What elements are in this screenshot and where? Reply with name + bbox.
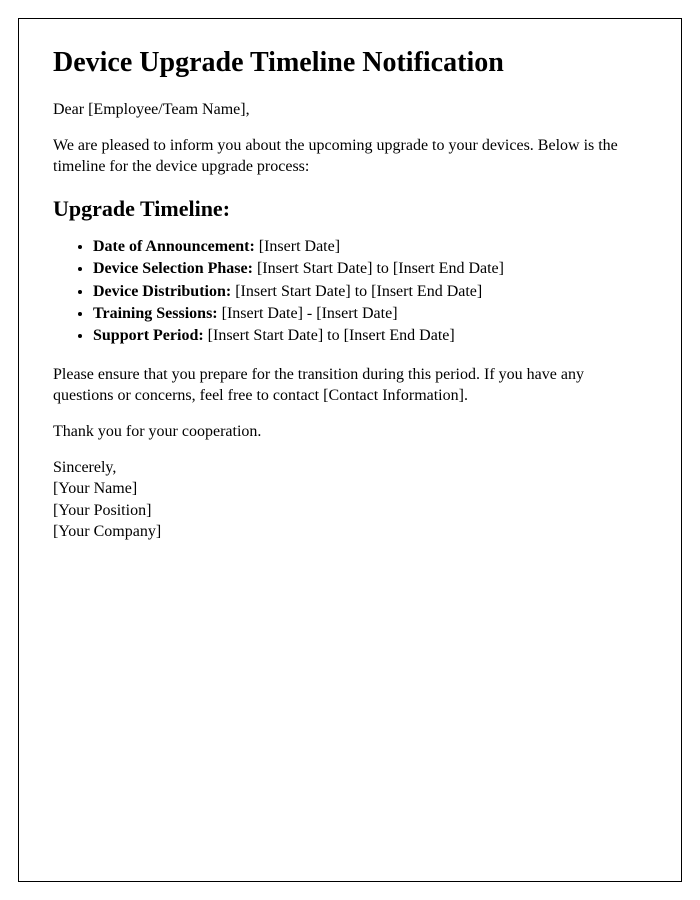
timeline-label: Support Period: [93,327,204,344]
timeline-value: [Insert Start Date] to [Insert End Date] [253,260,504,277]
timeline-label: Device Selection Phase: [93,260,253,277]
timeline-label: Training Sessions: [93,305,218,322]
signature-position: [Your Position] [53,500,647,522]
thanks: Thank you for your cooperation. [53,421,647,443]
list-item: Device Distribution: [Insert Start Date]… [93,281,647,303]
closing-instructions: Please ensure that you prepare for the t… [53,364,647,407]
list-item: Support Period: [Insert Start Date] to [… [93,325,647,347]
timeline-label: Device Distribution: [93,283,231,300]
timeline-value: [Insert Start Date] to [Insert End Date] [231,283,482,300]
timeline-list: Date of Announcement: [Insert Date] Devi… [93,236,647,348]
timeline-heading: Upgrade Timeline: [53,196,647,222]
signature-company: [Your Company] [53,521,647,543]
timeline-value: [Insert Start Date] to [Insert End Date] [204,327,455,344]
timeline-value: [Insert Date] - [Insert Date] [218,305,398,322]
intro-paragraph: We are pleased to inform you about the u… [53,135,647,178]
signature-closing: Sincerely, [53,457,647,479]
signature-name: [Your Name] [53,478,647,500]
document-frame: Device Upgrade Timeline Notification Dea… [18,18,682,882]
salutation: Dear [Employee/Team Name], [53,99,647,121]
signature-block: Sincerely, [Your Name] [Your Position] [… [53,457,647,543]
timeline-value: [Insert Date] [255,238,340,255]
timeline-label: Date of Announcement: [93,238,255,255]
list-item: Date of Announcement: [Insert Date] [93,236,647,258]
list-item: Training Sessions: [Insert Date] - [Inse… [93,303,647,325]
list-item: Device Selection Phase: [Insert Start Da… [93,258,647,280]
document-title: Device Upgrade Timeline Notification [53,47,647,79]
